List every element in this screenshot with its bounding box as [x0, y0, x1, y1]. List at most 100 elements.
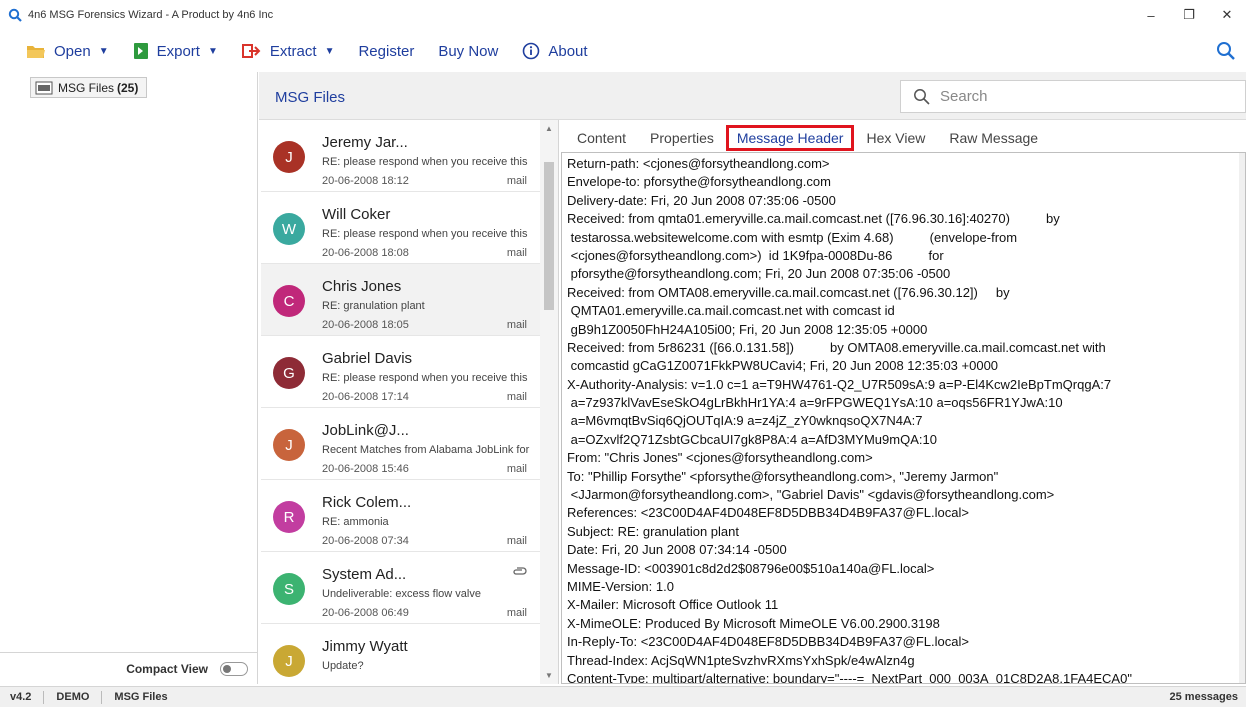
item-type: mail: [506, 175, 527, 187]
attachment-icon: [513, 567, 527, 575]
item-type: mail: [506, 535, 527, 547]
close-button[interactable]: ✕: [1208, 0, 1246, 30]
preview-tabs: Content Properties Message Header Hex View R…: [561, 124, 1246, 152]
about-label: About: [548, 42, 588, 60]
header-line: gB9h1Z0050FhH24A105i00; Fri, 20 Jun 2008…: [567, 321, 928, 337]
tab-message-header[interactable]: Message Header: [725, 125, 855, 151]
header-line: Return-path: <cjones@forsytheandlong.com…: [567, 156, 830, 171]
header-line: Received: from 5r86231 ([66.0.131.58]) b…: [567, 339, 1106, 355]
export-icon: [133, 43, 148, 59]
tree-item-label: MSG Files: [58, 80, 115, 95]
toggle-knob: [223, 664, 231, 673]
title-bar: 4n6 MSG Forensics Wizard - A Product by …: [0, 0, 1246, 30]
avatar: R: [273, 501, 305, 533]
received-date: 20-06-2008 07:34: [322, 535, 409, 547]
avatar: C: [273, 285, 305, 317]
header-line: To: "Phillip Forsythe" <pforsythe@forsyt…: [567, 468, 999, 484]
status-version: v4.2: [0, 690, 45, 704]
list-item[interactable]: J Jeremy Jar... RE: please respond when yo…: [261, 120, 541, 192]
header-line: QMTA01.emeryville.ca.mail.comcast.net wi…: [567, 303, 895, 319]
menu-bar: Open ▼ Export ▼ Extract ▼ Register Buy N…: [0, 32, 1246, 70]
about-button[interactable]: About: [508, 32, 597, 70]
item-type: mail: [506, 463, 527, 475]
header-line: Date: Fri, 20 Jun 2008 07:34:14 -0500: [567, 542, 787, 558]
tab-properties[interactable]: Properties: [638, 125, 726, 151]
list-scrollbar[interactable]: ▲ ▼: [540, 120, 558, 684]
search-box: [900, 80, 1246, 113]
sender-name: Jimmy Wyatt: [322, 638, 408, 655]
subject-preview: Update?: [322, 660, 364, 672]
header-line: a=OZxvlf2Q71ZsbtGCbcaUI7gk8P8A:4 a=AfD3M…: [567, 431, 937, 447]
scroll-up-arrow[interactable]: ▲: [545, 124, 553, 133]
extract-label: Extract: [269, 42, 317, 60]
list-item[interactable]: R Rick Colem... RE: ammonia 20-06-2008 07:3…: [261, 480, 541, 552]
sender-name: System Ad...: [322, 566, 407, 583]
avatar: J: [273, 645, 305, 677]
export-label: Export: [156, 42, 200, 60]
app-logo-icon: [8, 8, 22, 22]
list-item[interactable]: G Gabriel Davis RE: please respond when yo…: [261, 336, 541, 408]
status-message-count: 25 messages: [1169, 691, 1239, 703]
tree-item-count: (25): [117, 80, 139, 95]
header-line: Received: from OMTA08.emeryville.ca.mail…: [567, 284, 1010, 300]
status-bar: v4.2 DEMO MSG Files 25 messages: [0, 686, 1246, 707]
window-controls: – ❐ ✕: [1132, 0, 1246, 30]
scroll-down-arrow[interactable]: ▼: [545, 671, 553, 680]
item-type: mail: [506, 247, 527, 259]
open-menu[interactable]: Open ▼: [0, 32, 119, 70]
header-line: a=7z937klVavEseSkO4gLrBkhHr1YA:4 a=9rFPG…: [567, 395, 1063, 411]
header-line: testarossa.websitewelcome.com with esmtp…: [567, 229, 1018, 245]
content-scrollbar[interactable]: [1239, 153, 1245, 683]
status-section: MSG Files: [114, 690, 168, 703]
subject-preview: RE: ammonia: [322, 516, 389, 528]
extract-icon: [241, 44, 261, 58]
list-item[interactable]: J JobLink@J... Recent Matches from Alabama…: [261, 408, 541, 480]
list-item[interactable]: S System Ad... Undeliverable: excess flow …: [261, 552, 541, 624]
minimize-button[interactable]: –: [1132, 0, 1170, 30]
scrollbar-thumb[interactable]: [544, 162, 554, 310]
message-header-view: Return-path: <cjones@forsytheandlong.com…: [561, 152, 1246, 684]
header-line: From: "Chris Jones" <cjones@forsytheandl…: [567, 450, 873, 466]
header-line: Content-Type: multipart/alternative; bou…: [567, 670, 1132, 684]
sender-name: Chris Jones: [322, 278, 402, 295]
header-line: Received: from qmta01.emeryville.ca.mail…: [567, 211, 1060, 227]
header-line: <JJarmon@forsytheandlong.com>, "Gabriel …: [567, 487, 1055, 503]
list-header: MSG Files: [259, 72, 1246, 120]
chevron-down-icon: ▼: [207, 45, 218, 57]
list-item[interactable]: C Chris Jones RE: granulation plant 20-06-2…: [261, 264, 541, 336]
header-line: Delivery-date: Fri, 20 Jun 2008 07:35:06…: [567, 192, 836, 208]
header-line: X-Mailer: Microsoft Office Outlook 11: [567, 597, 779, 613]
subject-preview: RE: please respond when you receive this: [322, 372, 528, 384]
header-line: MIME-Version: 1.0: [567, 578, 674, 594]
list-item[interactable]: J Jimmy Wyatt Update?: [261, 624, 541, 684]
tab-raw-message[interactable]: Raw Message: [937, 125, 1050, 151]
avatar: G: [273, 357, 305, 389]
extract-menu[interactable]: Extract ▼: [228, 32, 345, 70]
header-line: <cjones@forsytheandlong.com>) id 1K9fpa-…: [567, 247, 944, 263]
tree-item-msg-files[interactable]: MSG Files (25): [30, 77, 148, 98]
search-icon: [914, 89, 930, 105]
compact-view-row: Compact View: [0, 652, 258, 684]
compact-view-toggle[interactable]: [220, 661, 248, 676]
received-date: 20-06-2008 06:49: [322, 607, 409, 619]
header-line: X-MimeOLE: Produced By Microsoft MimeOLE…: [567, 615, 940, 631]
info-icon: [523, 42, 540, 60]
received-date: 20-06-2008 15:46: [322, 463, 409, 475]
received-date: 20-06-2008 17:14: [322, 391, 409, 403]
search-icon[interactable]: [1216, 41, 1236, 61]
list-item[interactable]: W Will Coker RE: please respond when you r…: [261, 192, 541, 264]
header-line: a=M6vmqtBvSiq6QjOUTqIA:9 a=z4jZ_zY0wknqs…: [567, 413, 923, 429]
sender-name: Rick Colem...: [322, 494, 412, 511]
tab-content[interactable]: Content: [565, 125, 638, 151]
chevron-down-icon: ▼: [98, 45, 109, 57]
header-line: Subject: RE: granulation plant: [567, 523, 739, 539]
search-input[interactable]: [940, 88, 1220, 105]
header-line: Thread-Index: AcjSqWN1pteSvzhvRXmsYxhSpk…: [567, 652, 915, 668]
avatar: S: [273, 573, 305, 605]
tab-hex-view[interactable]: Hex View: [854, 125, 937, 151]
export-menu[interactable]: Export ▼: [119, 32, 228, 70]
maximize-button[interactable]: ❐: [1170, 0, 1208, 30]
buy-now-button[interactable]: Buy Now: [424, 32, 508, 70]
header-line: References: <23C00D4AF4D048EF8D5DBB34D4B…: [567, 505, 969, 521]
register-button[interactable]: Register: [344, 32, 424, 70]
